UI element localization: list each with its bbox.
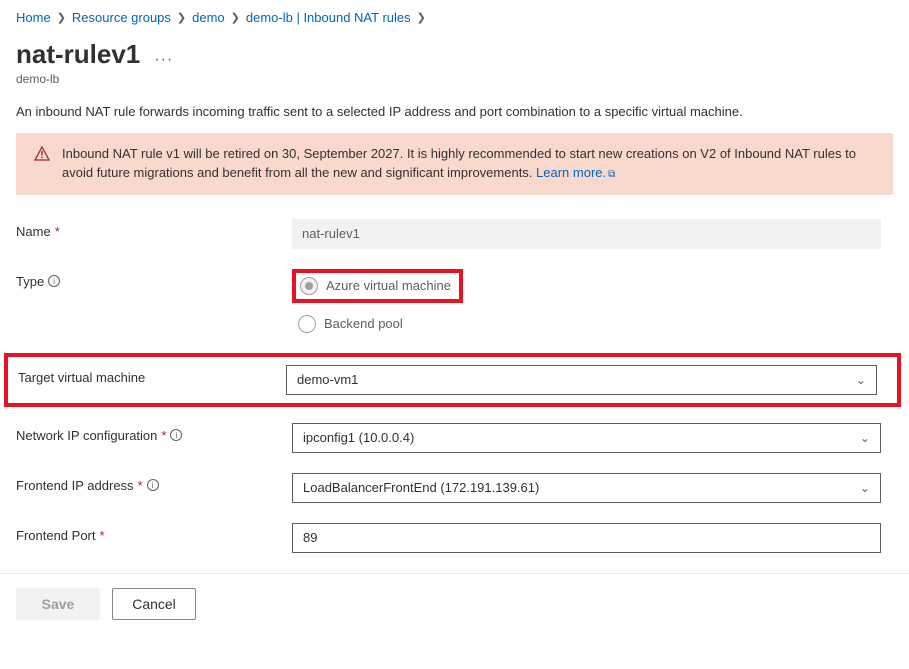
- target-vm-highlight: Target virtual machine demo-vm1 ⌄: [4, 353, 901, 407]
- type-label: Type i: [16, 269, 292, 289]
- info-icon[interactable]: i: [170, 429, 182, 441]
- radio-vm-highlight: Azure virtual machine: [292, 269, 463, 303]
- breadcrumb-demo[interactable]: demo: [192, 10, 225, 25]
- chevron-right-icon: ❯: [57, 11, 66, 24]
- network-ip-select[interactable]: ipconfig1 (10.0.0.4) ⌄: [292, 423, 881, 453]
- type-radio-azure-vm[interactable]: Azure virtual machine: [300, 277, 451, 295]
- network-ip-label: Network IP configuration* i: [16, 423, 292, 443]
- frontend-port-label: Frontend Port*: [16, 523, 292, 543]
- radio-icon: [298, 315, 316, 333]
- chevron-right-icon: ❯: [177, 11, 186, 24]
- breadcrumb-resource-groups[interactable]: Resource groups: [72, 10, 171, 25]
- info-icon[interactable]: i: [147, 479, 159, 491]
- learn-more-link[interactable]: Learn more.⧉: [536, 165, 615, 180]
- warning-text: Inbound NAT rule v1 will be retired on 3…: [62, 146, 856, 180]
- cancel-button[interactable]: Cancel: [112, 588, 196, 620]
- target-vm-select[interactable]: demo-vm1 ⌄: [286, 365, 877, 395]
- frontend-port-input[interactable]: [292, 523, 881, 553]
- page-subtitle: demo-lb: [16, 72, 893, 86]
- page-description: An inbound NAT rule forwards incoming tr…: [16, 104, 893, 119]
- chevron-right-icon: ❯: [417, 11, 426, 24]
- breadcrumb-home[interactable]: Home: [16, 10, 51, 25]
- more-actions-icon[interactable]: ···: [154, 51, 173, 69]
- radio-icon: [300, 277, 318, 295]
- external-link-icon: ⧉: [608, 169, 615, 180]
- chevron-down-icon: ⌄: [856, 373, 866, 387]
- name-label: Name*: [16, 219, 292, 239]
- chevron-down-icon: ⌄: [860, 481, 870, 495]
- frontend-ip-label: Frontend IP address* i: [16, 473, 292, 493]
- info-icon[interactable]: i: [48, 275, 60, 287]
- type-radio-backend-pool[interactable]: Backend pool: [298, 315, 893, 333]
- frontend-ip-select[interactable]: LoadBalancerFrontEnd (172.191.139.61) ⌄: [292, 473, 881, 503]
- warning-icon: [34, 146, 50, 183]
- chevron-right-icon: ❯: [231, 11, 240, 24]
- save-button: Save: [16, 588, 100, 620]
- page-title: nat-rulev1: [16, 39, 140, 70]
- target-vm-label: Target virtual machine: [18, 365, 286, 385]
- breadcrumb-lb-nat[interactable]: demo-lb | Inbound NAT rules: [246, 10, 411, 25]
- chevron-down-icon: ⌄: [860, 431, 870, 445]
- name-input: [292, 219, 881, 249]
- breadcrumb: Home ❯ Resource groups ❯ demo ❯ demo-lb …: [16, 8, 893, 35]
- footer-bar: Save Cancel: [0, 573, 909, 634]
- warning-banner: Inbound NAT rule v1 will be retired on 3…: [16, 133, 893, 195]
